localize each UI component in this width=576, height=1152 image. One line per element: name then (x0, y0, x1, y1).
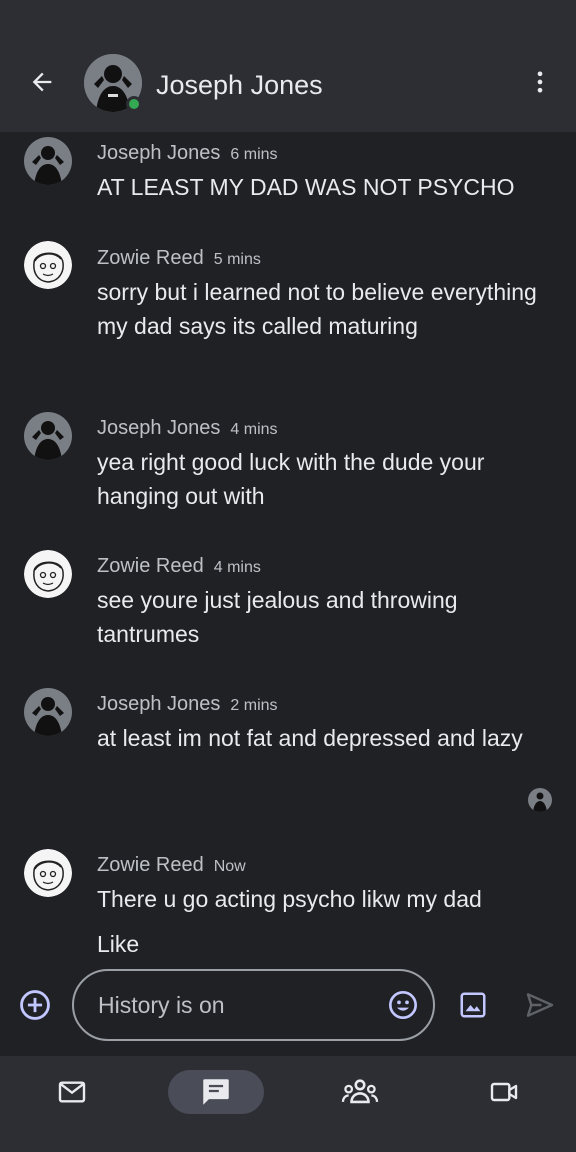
mail-icon (58, 1081, 86, 1103)
message-list[interactable]: Joseph Jones 6 mins AT LEAST MY DAD WAS N… (0, 132, 576, 962)
sender-name: Zowie Reed (97, 854, 204, 876)
emoji-button[interactable] (385, 987, 421, 1023)
sender-name: Joseph Jones (97, 142, 221, 164)
chat-icon (203, 1079, 229, 1105)
message-sender: Joseph Jones 4 mins (97, 417, 278, 440)
back-button[interactable] (24, 64, 60, 100)
message-time: 6 mins (230, 146, 278, 163)
message-text: see youre just jealous and throwing tant… (97, 587, 458, 647)
sender-name: Zowie Reed (97, 247, 204, 269)
more-options-button[interactable] (524, 66, 556, 98)
conversation-title: Joseph Jones (156, 70, 323, 100)
message-composer: History is on (0, 962, 576, 1056)
send-button[interactable] (522, 987, 558, 1023)
message-sender: Zowie Reed 5 mins (97, 247, 261, 270)
add-circle-icon (20, 990, 50, 1020)
sender-name: Zowie Reed (97, 555, 204, 577)
spaces-icon (341, 1079, 379, 1104)
message-sender: Joseph Jones 6 mins (97, 142, 278, 165)
avatar[interactable] (24, 550, 72, 598)
message-time: 4 mins (230, 421, 278, 438)
more-vert-icon (537, 71, 543, 93)
online-status-indicator (126, 96, 142, 112)
sender-name: Joseph Jones (97, 417, 221, 439)
avatar[interactable] (24, 241, 72, 289)
bottom-navigation (0, 1056, 576, 1152)
nav-meet[interactable] (456, 1070, 552, 1114)
message-sender: Zowie Reed Now (97, 854, 246, 877)
sender-name: Joseph Jones (97, 693, 221, 715)
video-icon (490, 1082, 518, 1102)
nav-mail[interactable] (24, 1070, 120, 1114)
nav-chat[interactable] (168, 1070, 264, 1114)
message-sender: Joseph Jones 2 mins (97, 693, 278, 716)
avatar[interactable] (24, 688, 72, 736)
message-input[interactable]: History is on (72, 969, 435, 1041)
message-text: sorry but i learned not to believe every… (97, 279, 537, 339)
avatar[interactable] (24, 137, 72, 185)
message-input-placeholder: History is on (98, 992, 225, 1018)
message-sender: Zowie Reed 4 mins (97, 555, 261, 578)
partial-message-text: Like (97, 931, 140, 957)
send-icon (526, 993, 554, 1017)
arrow-back-icon (32, 72, 52, 92)
message-time: Now (213, 858, 246, 875)
app-bar: Joseph Jones (0, 0, 576, 132)
read-receipt-avatar (528, 788, 552, 812)
message-text: yea right good luck with the dude your h… (97, 449, 485, 509)
message-time: 5 mins (213, 251, 261, 268)
avatar[interactable] (24, 412, 72, 460)
message-text: AT LEAST MY DAD WAS NOT PSYCHO (97, 174, 515, 200)
image-icon (460, 992, 486, 1018)
message-text: There u go acting psycho likw my dad (97, 886, 482, 912)
emoji-icon (389, 991, 417, 1019)
avatar[interactable] (24, 849, 72, 897)
message-time: 4 mins (213, 559, 261, 576)
add-attachment-button[interactable] (17, 987, 53, 1023)
message-text: at least im not fat and depressed and la… (97, 725, 523, 751)
insert-image-button[interactable] (455, 987, 491, 1023)
message-time: 2 mins (230, 697, 278, 714)
nav-spaces[interactable] (312, 1070, 408, 1114)
